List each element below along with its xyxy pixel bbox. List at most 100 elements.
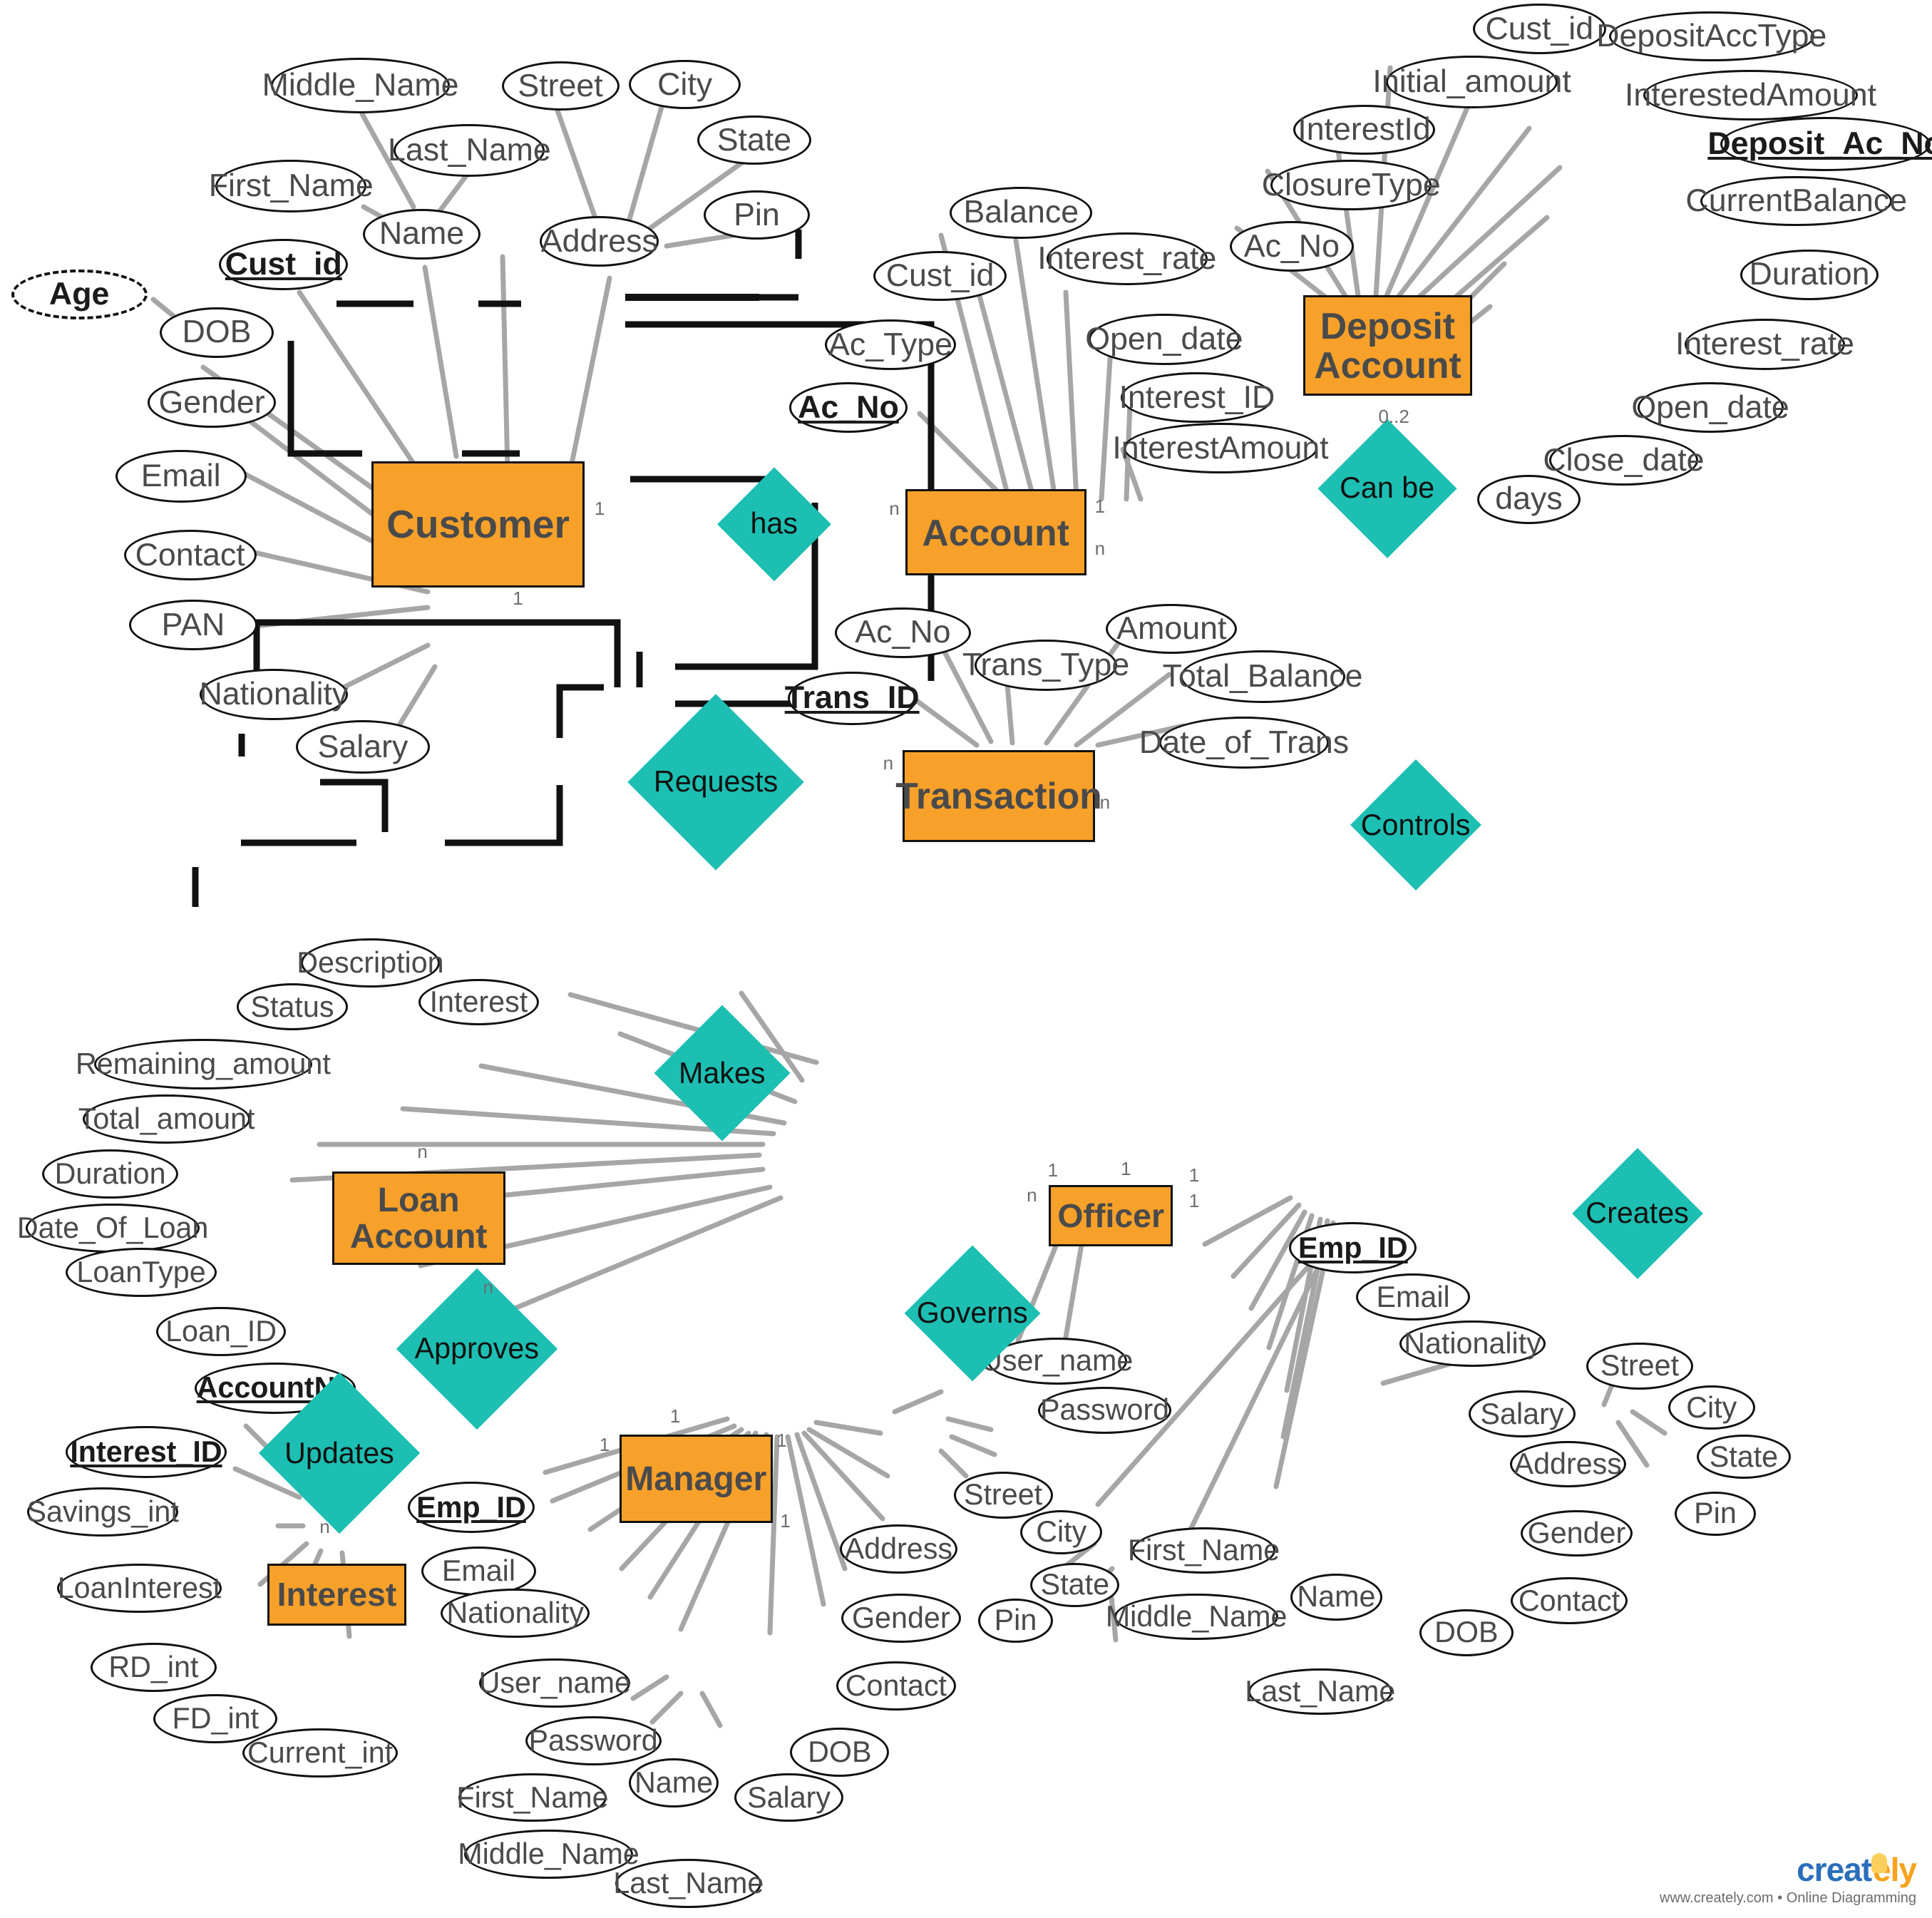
attribute-loan-id[interactable]: Loan_ID — [155, 1306, 287, 1356]
attribute-interest-id-account[interactable]: Interest_ID — [1119, 372, 1275, 424]
attribute-middle-name-customer[interactable]: Middle_Name — [262, 58, 458, 113]
attribute-street-officer[interactable]: Street — [1586, 1343, 1693, 1390]
attribute-interest-loan[interactable]: Interest — [418, 978, 539, 1026]
attribute-first-name-manager[interactable]: First_Name — [456, 1773, 609, 1822]
attribute-state-customer[interactable]: State — [697, 116, 811, 165]
attribute-pan-customer[interactable]: PAN — [128, 600, 258, 651]
attribute-first-name-officer[interactable]: First_Name — [1128, 1527, 1280, 1574]
attribute-address-customer[interactable]: Address — [540, 216, 659, 267]
attribute-contact-officer[interactable]: Contact — [1511, 1577, 1628, 1624]
attribute-state-officer[interactable]: State — [1696, 1435, 1791, 1479]
attribute-gender-customer[interactable]: Gender — [147, 377, 277, 429]
attribute-pin-manager[interactable]: Pin — [978, 1598, 1053, 1643]
attribute-loan-type[interactable]: LoanType — [66, 1248, 217, 1298]
attribute-closure-type-deposit[interactable]: ClosureType — [1262, 160, 1441, 210]
entity-transaction[interactable]: Transaction — [895, 749, 1102, 843]
attribute-open-date-account[interactable]: Open_date — [1085, 313, 1243, 366]
attribute-loan-interest[interactable]: LoanInterest — [56, 1564, 222, 1614]
attribute-duration-loan[interactable]: Duration — [42, 1149, 179, 1199]
entity-customer[interactable]: Customer — [371, 461, 585, 588]
relationship-has[interactable]: has — [717, 466, 831, 581]
attribute-pin-officer[interactable]: Pin — [1674, 1491, 1757, 1536]
attribute-total-amount-loan[interactable]: Total_amount — [78, 1094, 255, 1144]
attribute-cust-id-customer[interactable]: Cust_id — [219, 238, 349, 290]
relationship-updates[interactable]: Updates — [258, 1372, 421, 1534]
attribute-cust-id-account[interactable]: Cust_id — [873, 250, 1007, 302]
attribute-current-balance-deposit[interactable]: CurrentBalance — [1685, 175, 1907, 227]
attribute-trans-id-transaction[interactable]: Trans_ID — [785, 671, 920, 726]
attribute-city-manager[interactable]: City — [1020, 1509, 1103, 1554]
relationship-approves[interactable]: Approves — [396, 1268, 558, 1430]
attribute-open-date-deposit[interactable]: Open_date — [1631, 382, 1789, 433]
attribute-name-manager[interactable]: Name — [629, 1758, 719, 1807]
attribute-middle-name-officer[interactable]: Middle_Name — [1106, 1593, 1287, 1641]
attribute-description-loan[interactable]: Description — [297, 938, 444, 988]
attribute-initial-amount-deposit[interactable]: Initial_amount — [1372, 55, 1571, 108]
attribute-address-officer[interactable]: Address — [1509, 1440, 1626, 1488]
attribute-middle-name-manager[interactable]: Middle_Name — [458, 1829, 639, 1879]
relationship-controls[interactable]: Controls — [1350, 759, 1481, 891]
attribute-salary-customer[interactable]: Salary — [296, 720, 430, 774]
attribute-salary-officer[interactable]: Salary — [1469, 1390, 1576, 1437]
attribute-dob-customer[interactable]: DOB — [160, 307, 274, 358]
attribute-emp-id-officer[interactable]: Emp_ID — [1289, 1222, 1417, 1274]
attribute-gender-officer[interactable]: Gender — [1521, 1509, 1633, 1557]
attribute-nationality-customer[interactable]: Nationality — [200, 669, 348, 721]
entity-interest[interactable]: Interest — [267, 1564, 406, 1626]
attribute-gender-manager[interactable]: Gender — [841, 1593, 962, 1643]
attribute-interest-rate-deposit[interactable]: Interest_rate — [1675, 318, 1854, 371]
attribute-salary-manager[interactable]: Salary — [734, 1773, 843, 1822]
attribute-ac-type-account[interactable]: Ac_Type — [824, 319, 957, 371]
attribute-user-name-manager[interactable]: User_name — [479, 1658, 631, 1708]
attribute-nationality-officer[interactable]: Nationality — [1399, 1320, 1546, 1368]
attribute-nationality-manager[interactable]: Nationality — [441, 1588, 590, 1638]
entity-account[interactable]: Account — [905, 489, 1086, 575]
relationship-creates[interactable]: Creates — [1571, 1147, 1703, 1279]
attribute-current-int[interactable]: Current_int — [242, 1728, 398, 1778]
attribute-status-loan[interactable]: Status — [236, 983, 349, 1030]
attribute-email-officer[interactable]: Email — [1356, 1273, 1471, 1320]
attribute-street-customer[interactable]: Street — [501, 61, 620, 111]
attribute-password-officer[interactable]: Password — [1037, 1387, 1172, 1434]
attribute-city-officer[interactable]: City — [1668, 1385, 1755, 1430]
attribute-balance-account[interactable]: Balance — [950, 187, 1093, 239]
attribute-rd-int[interactable]: RD_int — [90, 1642, 217, 1692]
attribute-interest-id[interactable]: Interest_ID — [66, 1426, 227, 1478]
attribute-age-customer[interactable]: Age — [11, 269, 148, 320]
attribute-email-customer[interactable]: Email — [115, 450, 247, 503]
entity-officer[interactable]: Officer — [1049, 1185, 1173, 1247]
attribute-last-name-customer[interactable]: Last_Name — [388, 124, 551, 178]
relationship-can-be[interactable]: Can be — [1317, 419, 1456, 558]
attribute-interest-rate-account[interactable]: Interest_rate — [1037, 232, 1216, 286]
attribute-interest-id-deposit[interactable]: InterestId — [1293, 104, 1436, 155]
attribute-duration-deposit[interactable]: Duration — [1740, 250, 1879, 300]
attribute-deposit-ac-no[interactable]: Deposit_Ac_No — [1707, 116, 1932, 171]
entity-manager[interactable]: Manager — [619, 1435, 773, 1524]
attribute-contact-customer[interactable]: Contact — [123, 530, 257, 580]
attribute-city-customer[interactable]: City — [629, 60, 741, 110]
attribute-dob-officer[interactable]: DOB — [1419, 1609, 1514, 1656]
attribute-first-name-customer[interactable]: First_Name — [209, 160, 374, 213]
attribute-pin-customer[interactable]: Pin — [703, 190, 811, 240]
entity-loan-account[interactable]: Loan Account — [332, 1171, 505, 1266]
entity-deposit-account[interactable]: Deposit Account — [1302, 294, 1473, 396]
attribute-password-manager[interactable]: Password — [525, 1716, 662, 1766]
attribute-savings-int[interactable]: Savings_int — [27, 1487, 179, 1537]
relationship-requests[interactable]: Requests — [627, 693, 804, 871]
relationship-governs[interactable]: Governs — [904, 1245, 1041, 1382]
attribute-street-manager[interactable]: Street — [953, 1472, 1053, 1519]
relationship-makes[interactable]: Makes — [654, 1005, 791, 1142]
attribute-name-customer[interactable]: Name — [362, 209, 481, 260]
attribute-remaining-amount-loan[interactable]: Remaining_amount — [76, 1039, 331, 1089]
attribute-ac-no-deposit[interactable]: Ac_No — [1230, 221, 1354, 272]
attribute-trans-type-transaction[interactable]: Trans_Type — [962, 639, 1129, 692]
attribute-close-date-deposit[interactable]: Close_date — [1543, 435, 1705, 486]
attribute-last-name-officer[interactable]: Last_Name — [1245, 1668, 1395, 1716]
attribute-interested-amount-deposit[interactable]: InterestedAmount — [1625, 70, 1876, 120]
attribute-emp-id-manager[interactable]: Emp_ID — [407, 1481, 535, 1534]
attribute-total-balance-transaction[interactable]: Total_Balance — [1163, 650, 1363, 704]
attribute-ac-no-transaction[interactable]: Ac_No — [834, 607, 971, 658]
attribute-ac-no-account[interactable]: Ac_No — [788, 382, 908, 433]
attribute-date-of-loan[interactable]: Date_Of_Loan — [17, 1204, 208, 1253]
attribute-address-manager[interactable]: Address — [839, 1524, 957, 1574]
